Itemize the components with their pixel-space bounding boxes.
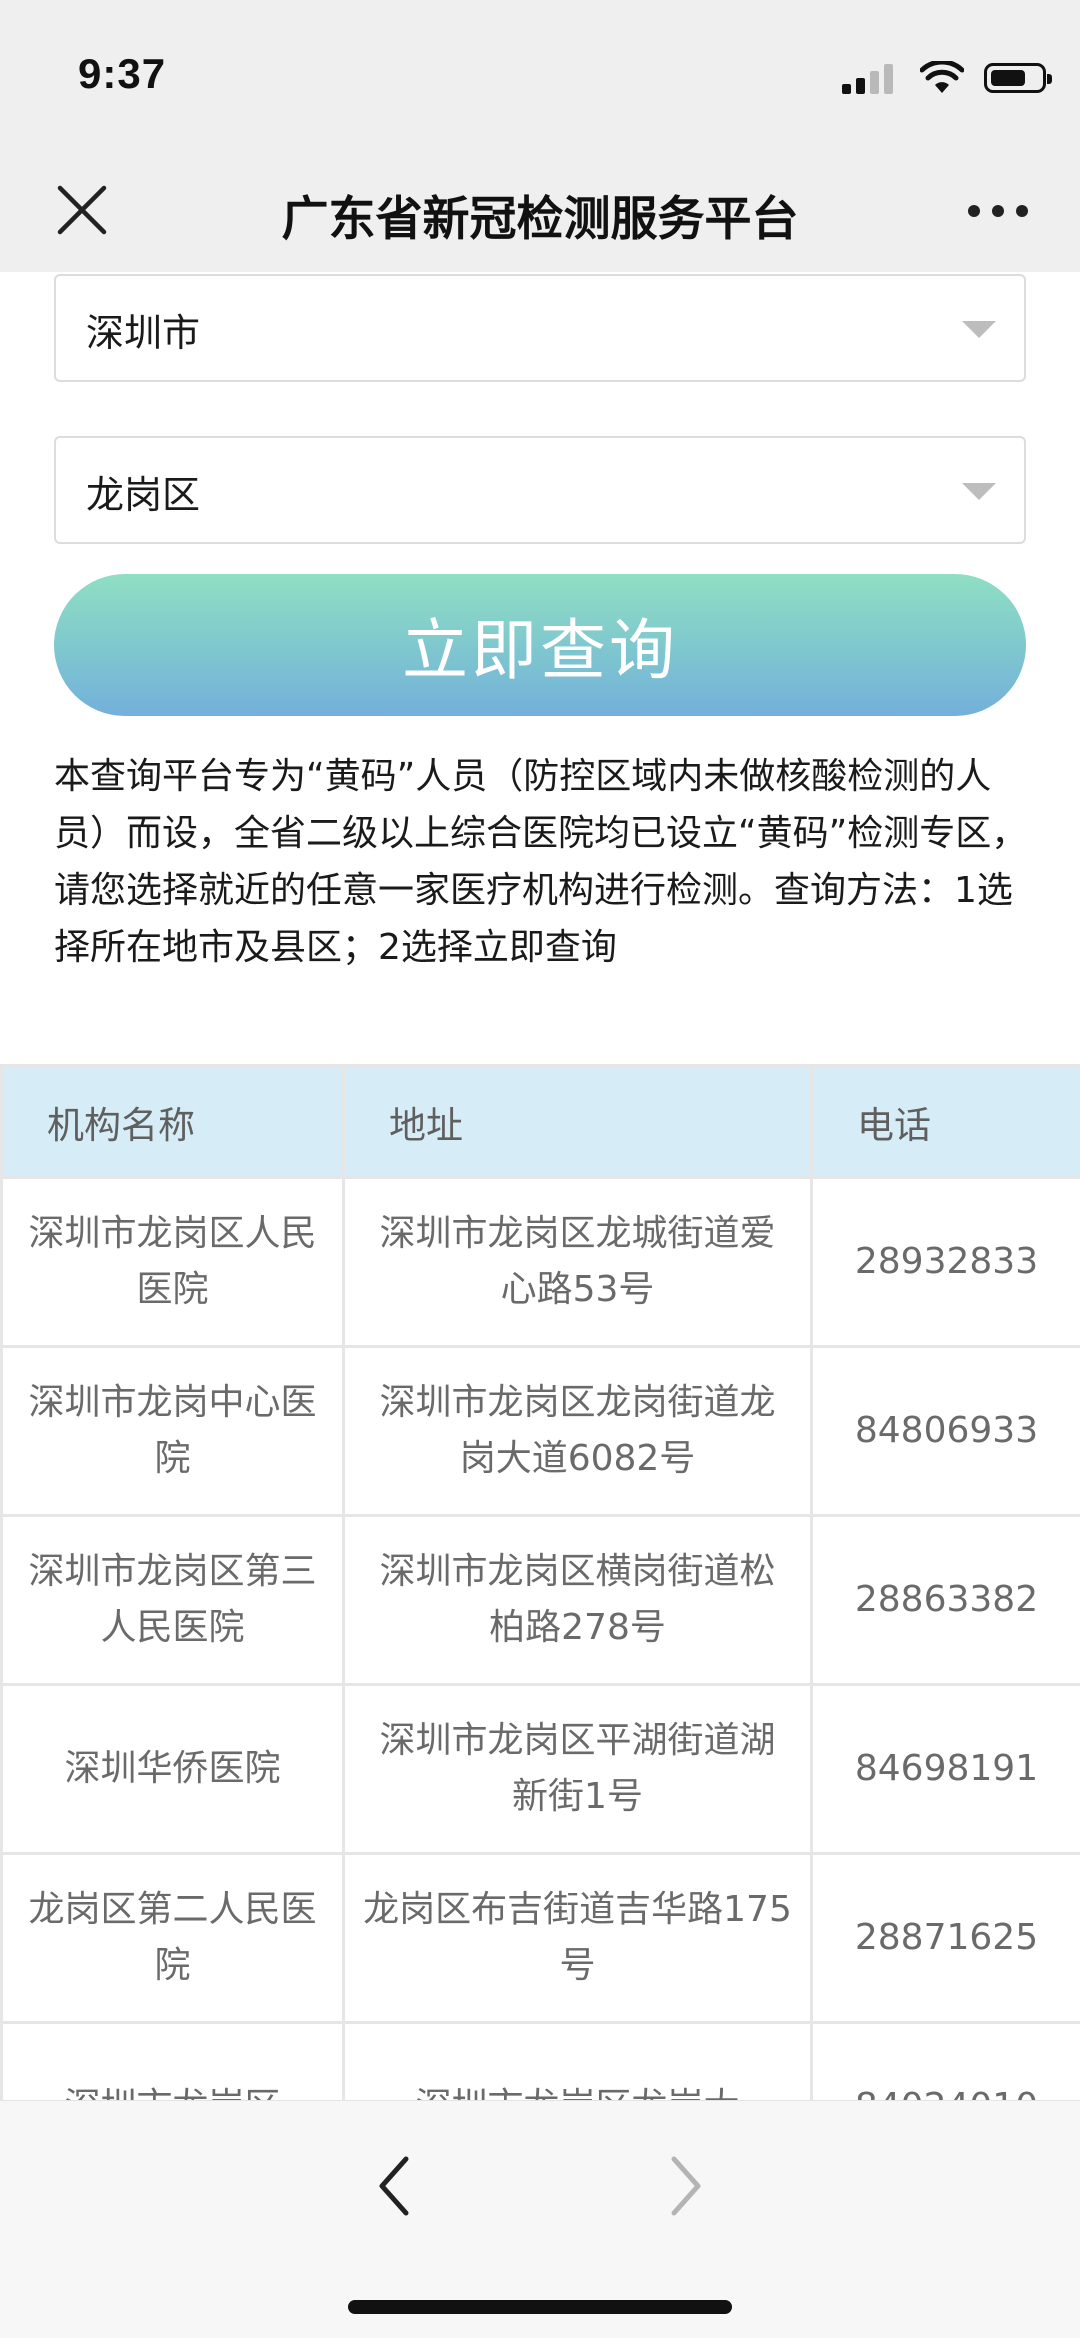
cell-address: 深圳市龙岗区龙岗街道龙岗大道6082号 (342, 1345, 813, 1517)
cell-name: 龙岗区第二人民医院 (0, 1852, 345, 2024)
cell-name: 深圳市龙岗区第三人民医院 (0, 1514, 345, 1686)
cell-phone[interactable]: 28932833 (810, 1176, 1080, 1348)
cell-name: 深圳市龙岗区人民医院 (0, 1176, 345, 1348)
cell-phone[interactable]: 84698191 (810, 1683, 1080, 1855)
table-header-row: 机构名称 地址 电话 (0, 1064, 1080, 1179)
cell-phone[interactable]: 84806933 (810, 1345, 1080, 1517)
cellular-signal-icon (842, 62, 898, 94)
dropdown-arrow-icon (962, 321, 996, 338)
nav-bar: 广东省新冠检测服务平台 (0, 150, 1080, 272)
table-row: 深圳市龙岗区人民医院 深圳市龙岗区龙城街道爱心路53号 28932833 (0, 1176, 1080, 1348)
back-arrow-icon[interactable] (370, 2151, 420, 2221)
cell-name: 深圳市龙岗中心医院 (0, 1345, 345, 1517)
more-options-icon[interactable] (968, 196, 1028, 226)
page-title: 广东省新冠检测服务平台 (281, 192, 799, 247)
city-select[interactable]: 深圳市 (54, 274, 1026, 382)
cell-phone[interactable]: 28871625 (810, 1852, 1080, 2024)
status-time: 9:37 (78, 50, 167, 97)
status-icons (842, 58, 1052, 98)
column-header-address: 地址 (342, 1064, 813, 1179)
query-button[interactable]: 立即查询 (54, 574, 1026, 716)
wifi-icon (920, 61, 964, 93)
column-header-name: 机构名称 (0, 1064, 345, 1179)
district-select-value: 龙岗区 (86, 473, 201, 517)
table-row: 龙岗区第二人民医院 龙岗区布吉街道吉华路175号 28871625 (0, 1852, 1080, 2024)
page: 9:37 广东省新冠检测服务平台 深圳市 龙岗区 立即查询 本查询平台专为“黄码… (0, 0, 1080, 2338)
cell-phone[interactable]: 28863382 (810, 1514, 1080, 1686)
cell-address: 深圳市龙岗区龙城街道爱心路53号 (342, 1176, 813, 1348)
cell-address: 深圳市龙岗区平湖街道湖新街1号 (342, 1683, 813, 1855)
description-text: 本查询平台专为“黄码”人员（防控区域内未做核酸检测的人员）而设，全省二级以上综合… (54, 756, 1028, 968)
table-row: 深圳市龙岗区第三人民医院 深圳市龙岗区横岗街道松柏路278号 28863382 (0, 1514, 1080, 1686)
city-select-value: 深圳市 (86, 311, 201, 355)
cell-address: 龙岗区布吉街道吉华路175号 (342, 1852, 813, 2024)
column-header-phone: 电话 (810, 1064, 1080, 1179)
home-indicator[interactable] (348, 2300, 732, 2314)
table-row: 深圳市龙岗中心医院 深圳市龙岗区龙岗街道龙岗大道6082号 84806933 (0, 1345, 1080, 1517)
status-bar: 9:37 (0, 0, 1080, 150)
cell-address: 深圳市龙岗区横岗街道松柏路278号 (342, 1514, 813, 1686)
forward-arrow-icon[interactable] (660, 2151, 710, 2221)
dropdown-arrow-icon (962, 483, 996, 500)
cell-name: 深圳华侨医院 (0, 1683, 345, 1855)
table-row: 深圳华侨医院 深圳市龙岗区平湖街道湖新街1号 84698191 (0, 1683, 1080, 1855)
district-select[interactable]: 龙岗区 (54, 436, 1026, 544)
battery-icon (984, 63, 1052, 93)
hospital-table: 机构名称 地址 电话 深圳市龙岗区人民医院 深圳市龙岗区龙城街道爱心路53号 2… (0, 1064, 1080, 2193)
